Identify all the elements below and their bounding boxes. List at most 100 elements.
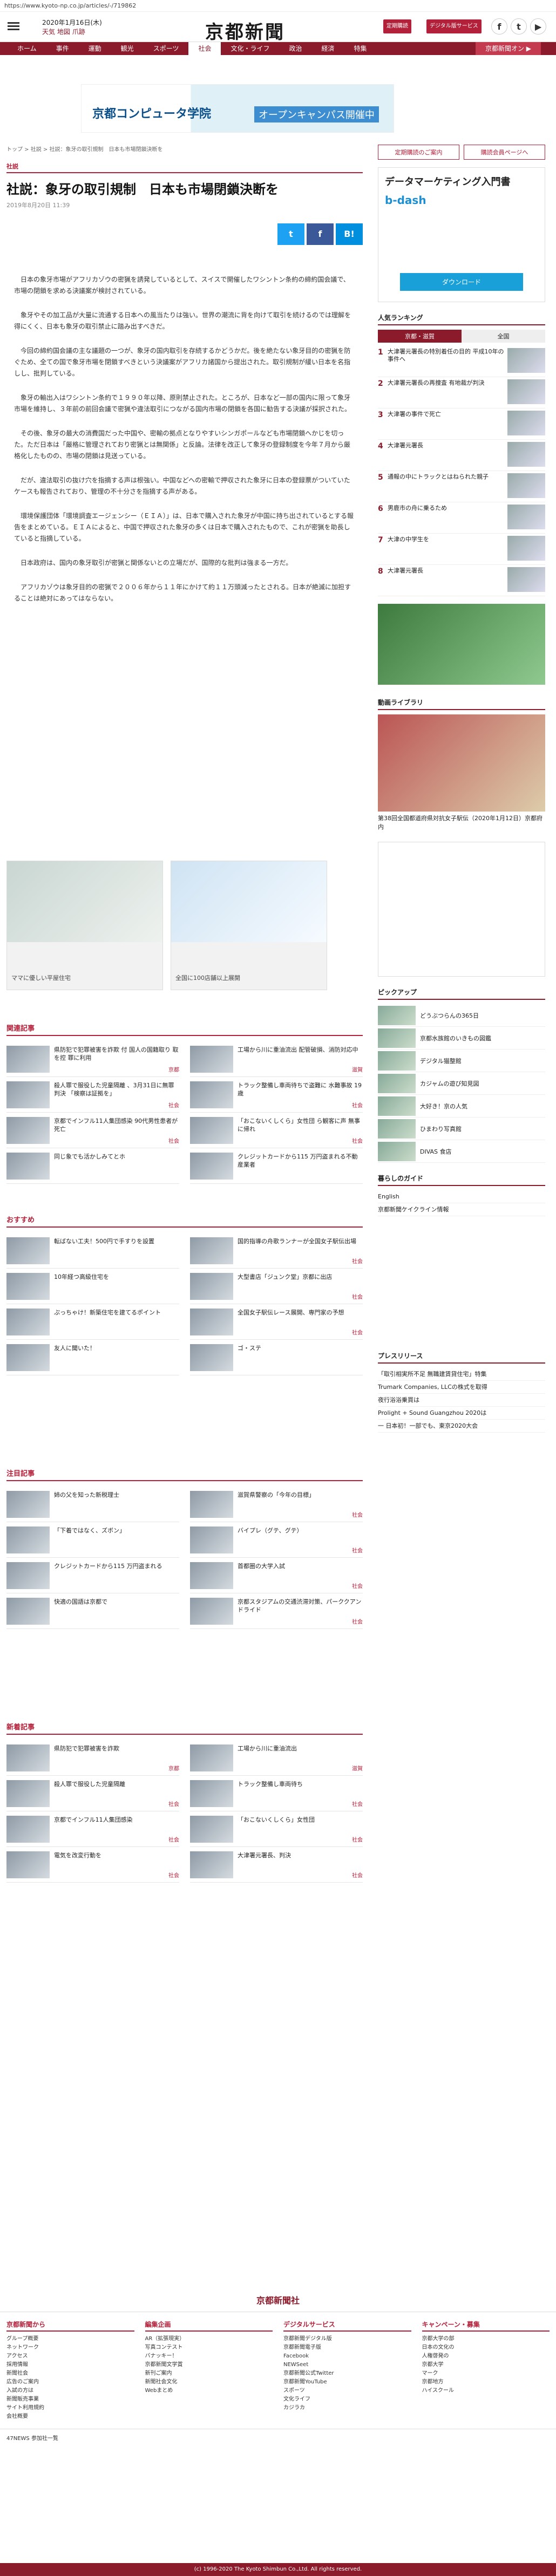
subscribe-button[interactable]: 定期購読 [383,19,411,33]
nav-sport[interactable]: スポーツ [144,42,189,55]
download-button[interactable]: ダウンロード [400,273,523,291]
list-item[interactable]: ぷっちゃけ！新築住宅を建てるポイント [6,1304,179,1340]
footer-link[interactable]: 京都大学の部 [422,2335,550,2343]
footer-link[interactable]: 写真コンテスト [145,2343,273,2352]
ranking-item[interactable]: 4 大津署元署長 [378,440,545,471]
digital-button[interactable]: デジタル版サービス [426,19,482,33]
menu-icon[interactable] [8,21,19,32]
ranking-item[interactable]: 7 大津の中学生を [378,534,545,565]
list-item[interactable]: 京都でインフル11人集団感染 90代男性患者が死亡 社会 [6,1113,179,1148]
nav-feature[interactable]: 特集 [344,42,377,55]
nav-external[interactable]: 京都新聞オン ▶ [475,42,541,55]
ranking-item[interactable]: 3 大津署の事件で死亡 [378,408,545,440]
list-item[interactable]: トラック整備し車両待ちで盗難に 水難事故 19歳 社会 [190,1077,363,1113]
list-item[interactable]: 首都圏の大学入試 社会 [190,1558,363,1593]
footer-link[interactable]: ハイスクール [422,2387,550,2395]
footer-link[interactable]: Webまとめ [145,2387,273,2395]
list-item[interactable]: 電気を改変行動を 社会 [6,1847,179,1883]
top-banner-ad[interactable]: 京都コンピュータ学院 オープンキャンパス開催中 [81,84,394,133]
press-item[interactable]: Trumark Companies, LLCの株式を取得 [378,1381,545,1394]
pickup-item[interactable]: どうぶつらんの365日 [378,1004,545,1027]
nav-home[interactable]: ホーム [8,42,46,55]
list-item[interactable]: 殺人罪で服役した児童隔離 、3月31日に無罪判決 「検察は証拠を」 社会 [6,1077,179,1113]
list-item[interactable]: 県防犯で犯罪被害を詐欺 付 国人の国籍取り 取を控 罪に利用 京都 [6,1041,179,1077]
footer-link[interactable]: 日本の文化の [422,2343,550,2352]
nav-economy[interactable]: 経済 [312,42,344,55]
press-item[interactable]: 「取引相実所不足 無職建賃貸住宅」特集 [378,1368,545,1381]
twitter-icon[interactable]: t [511,18,527,35]
footer-link[interactable]: 会社概要 [6,2413,134,2421]
list-item[interactable]: 10年経つ高級住宅を [6,1269,179,1304]
list-item[interactable]: ゴ・ステ [190,1340,363,1375]
press-item[interactable]: Prolight + Sound Guangzhou 2020は [378,1407,545,1420]
youtube-icon[interactable]: ▶ [530,18,546,35]
ranking-item[interactable]: 1 大津署元署長の特別着任の目的 平成10年の事件へ [378,346,545,377]
footer-link[interactable]: NEWSeet [283,2361,411,2369]
footer-link[interactable]: 新聞販売事業 [6,2395,134,2404]
life-link[interactable]: English [378,1190,545,1203]
list-item[interactable]: 京都でインフル11人集団感染 社会 [6,1811,179,1847]
footer-link[interactable]: ネットワーク [6,2343,134,2352]
video-thumbnail[interactable] [378,714,545,812]
pickup-item[interactable]: カジャムの遊び知見図 [378,1072,545,1095]
list-item[interactable]: トラック整備し車両待ち 社会 [190,1776,363,1811]
footer-link[interactable]: 広告のご案内 [6,2378,134,2387]
footer-link[interactable]: 京都大学 [422,2361,550,2369]
sidebar-member-button[interactable]: 購読会員ページへ [464,145,545,160]
nav-culture[interactable]: 文化・ライフ [221,42,279,55]
list-item[interactable]: 県防犯で犯罪被害を詐欺 京都 [6,1740,179,1776]
list-item[interactable]: 姉の父を知った新税理士 [6,1487,179,1522]
footer-link[interactable]: カジラカ [283,2404,411,2413]
footer-link[interactable]: 入試の方は [6,2387,134,2395]
share-twitter-icon[interactable]: t [277,223,304,245]
list-item[interactable]: 大型書店「ジュンク堂」京都に出店 社会 [190,1269,363,1304]
footer-link[interactable]: 文化ライフ [283,2395,411,2404]
pickup-item[interactable]: 京都水族館のいきもの図鑑 [378,1027,545,1050]
footer-link[interactable]: バナッキー！ [145,2352,273,2361]
pickup-item[interactable]: デジタル猫整館 [378,1050,545,1072]
footer-link[interactable]: サイト利用規約 [6,2404,134,2413]
footer-link[interactable]: グループ概要 [6,2335,134,2343]
list-item[interactable]: 大津署元署長、判決 社会 [190,1847,363,1883]
list-item[interactable]: 全国女子駅伝レース展開、専門家の予想 社会 [190,1304,363,1340]
list-item[interactable]: 快適の国語は京都で [6,1593,179,1629]
nav-tourism[interactable]: 観光 [111,42,144,55]
footer-link[interactable]: AR（拡張現実） [145,2335,273,2343]
footer-link[interactable]: Facebook [283,2352,411,2361]
nav-society[interactable]: 社会 [188,42,221,55]
site-logo[interactable]: 京都新聞 [205,17,285,44]
life-link[interactable]: 京都新聞ケイクライン情報 [378,1203,545,1216]
rank-tab-national[interactable]: 全国 [462,330,545,343]
footer-link[interactable]: 新聞社会文化 [145,2378,273,2387]
ranking-item[interactable]: 2 大津署元署長の再捜査 有地裁が判決 [378,377,545,408]
list-item[interactable]: 「おこないくしくら」女性団 ら観客に声 無事に帰れ 社会 [190,1113,363,1148]
list-item[interactable]: バイプレ（グテ、グテ） 社会 [190,1522,363,1558]
footer-link[interactable]: 人権啓発の [422,2352,550,2361]
ranking-item[interactable]: 5 通報の中にトラックとはねられた親子 [378,471,545,502]
footer-link[interactable]: マーク [422,2369,550,2378]
weather-link[interactable]: 天気 [42,28,55,36]
scar-link[interactable]: 爪跡 [72,28,85,36]
list-item[interactable]: クレジットカードから115 万円盗まれる [6,1558,179,1593]
map-link[interactable]: 地図 [57,28,70,36]
facebook-icon[interactable]: f [491,18,507,35]
list-item[interactable]: 転ばない工夫！500円で手すりを設置 [6,1233,179,1269]
nav-sports[interactable]: 運動 [79,42,111,55]
list-item[interactable]: 「下着ではなく、ズボン」 [6,1522,179,1558]
list-item[interactable]: 工場から川に重油流出 配管破損、消防対応中 滋賀 [190,1041,363,1077]
list-item[interactable]: 友人に聞いた！ [6,1340,179,1375]
share-hatena-icon[interactable]: B! [336,223,363,245]
list-item[interactable]: 国的指導の舟歌ランナーが全国女子駅伝出場 社会 [190,1233,363,1269]
pickup-item[interactable]: DIVAS 食店 [378,1140,545,1163]
nav-incident[interactable]: 事件 [46,42,79,55]
nav-politics[interactable]: 政治 [279,42,311,55]
ad-house[interactable]: ママに優しい平屋住宅 [6,861,163,990]
footer-link[interactable]: 京都新聞公式Twitter [283,2369,411,2378]
footer-link[interactable]: スポーツ [283,2387,411,2395]
press-item[interactable]: 夜行浴浴乗買は [378,1394,545,1407]
list-item[interactable]: 京都スタジアムの交通渋滞対策、パーククアンドライド 社会 [190,1593,363,1629]
footer-link[interactable]: 新聞社会 [6,2369,134,2378]
list-item[interactable]: クレジットカードから115 万円盗まれる不動産業者 [190,1148,363,1184]
ranking-item[interactable]: 6 男鹿市の舟に乗るため [378,502,545,534]
sidebar-ad[interactable]: データマーケティング入門書 b-dash ダウンロード [378,167,545,302]
